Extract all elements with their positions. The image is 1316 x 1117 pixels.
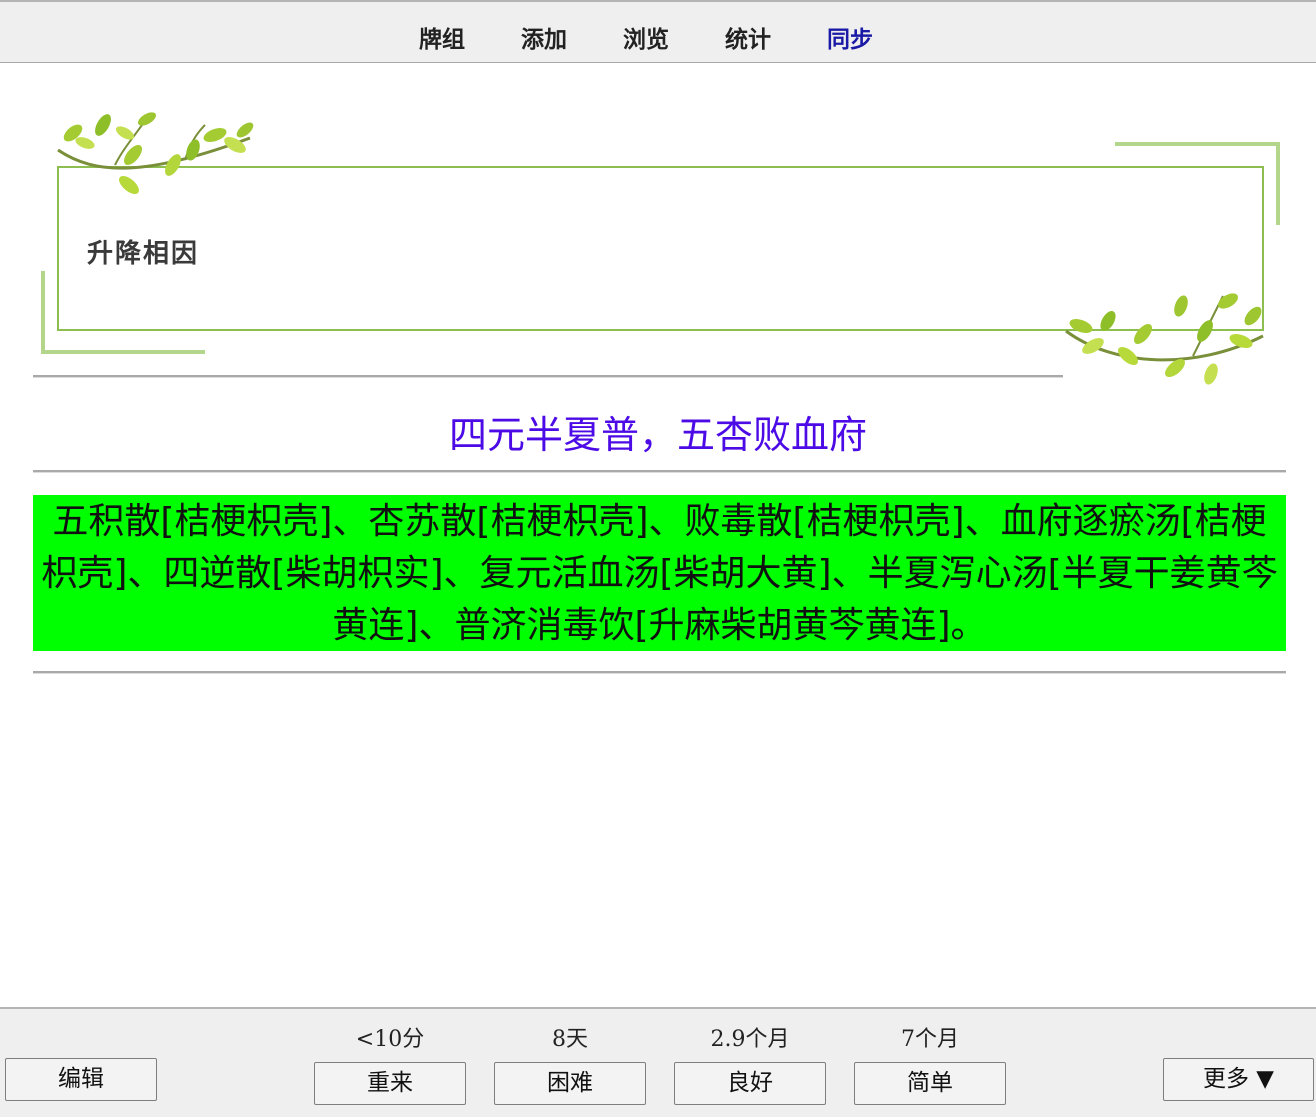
separator-bottom (33, 671, 1286, 673)
separator-top (33, 375, 1063, 377)
nav-sync[interactable]: 同步 (827, 20, 873, 54)
hard-interval: 8天 (552, 1027, 588, 1052)
frame-corner-bottom-left-h (41, 350, 205, 354)
nav-decks[interactable]: 牌组 (419, 20, 465, 54)
easy-button[interactable]: 简单 (854, 1062, 1006, 1105)
again-button[interactable]: 重来 (314, 1062, 466, 1105)
card-question: 四元半夏普，五杏败血府 (448, 413, 867, 457)
review-bar (0, 1007, 1316, 1117)
again-interval: <10分 (355, 1027, 425, 1052)
more-button[interactable]: 更多 ▼ (1163, 1058, 1314, 1101)
good-button[interactable]: 良好 (674, 1062, 826, 1105)
nav-browse[interactable]: 浏览 (623, 20, 669, 54)
nav-stats[interactable]: 统计 (725, 20, 771, 54)
leaf-branch-icon (57, 112, 254, 194)
frame-corner-bottom-left-v (41, 271, 45, 354)
card-answer: 五积散[桔梗枳壳]、杏苏散[桔梗枳壳]、败毒散[桔梗枳壳]、血府逐瘀汤[桔梗枳壳… (33, 495, 1286, 651)
top-toolbar: 牌组 添加 浏览 统计 同步 (0, 0, 1316, 63)
good-interval: 2.9个月 (710, 1027, 790, 1052)
edit-button[interactable]: 编辑 (5, 1058, 157, 1101)
separator-middle (33, 470, 1286, 472)
deck-title: 升降相因 (87, 239, 200, 269)
frame-corner-top-right-h (1115, 142, 1280, 146)
frame-corner-top-right-v (1276, 142, 1280, 225)
nav-add[interactable]: 添加 (521, 20, 567, 54)
leaf-branch-icon (1065, 293, 1264, 385)
hard-button[interactable]: 困难 (494, 1062, 646, 1105)
easy-interval: 7个月 (901, 1027, 959, 1052)
